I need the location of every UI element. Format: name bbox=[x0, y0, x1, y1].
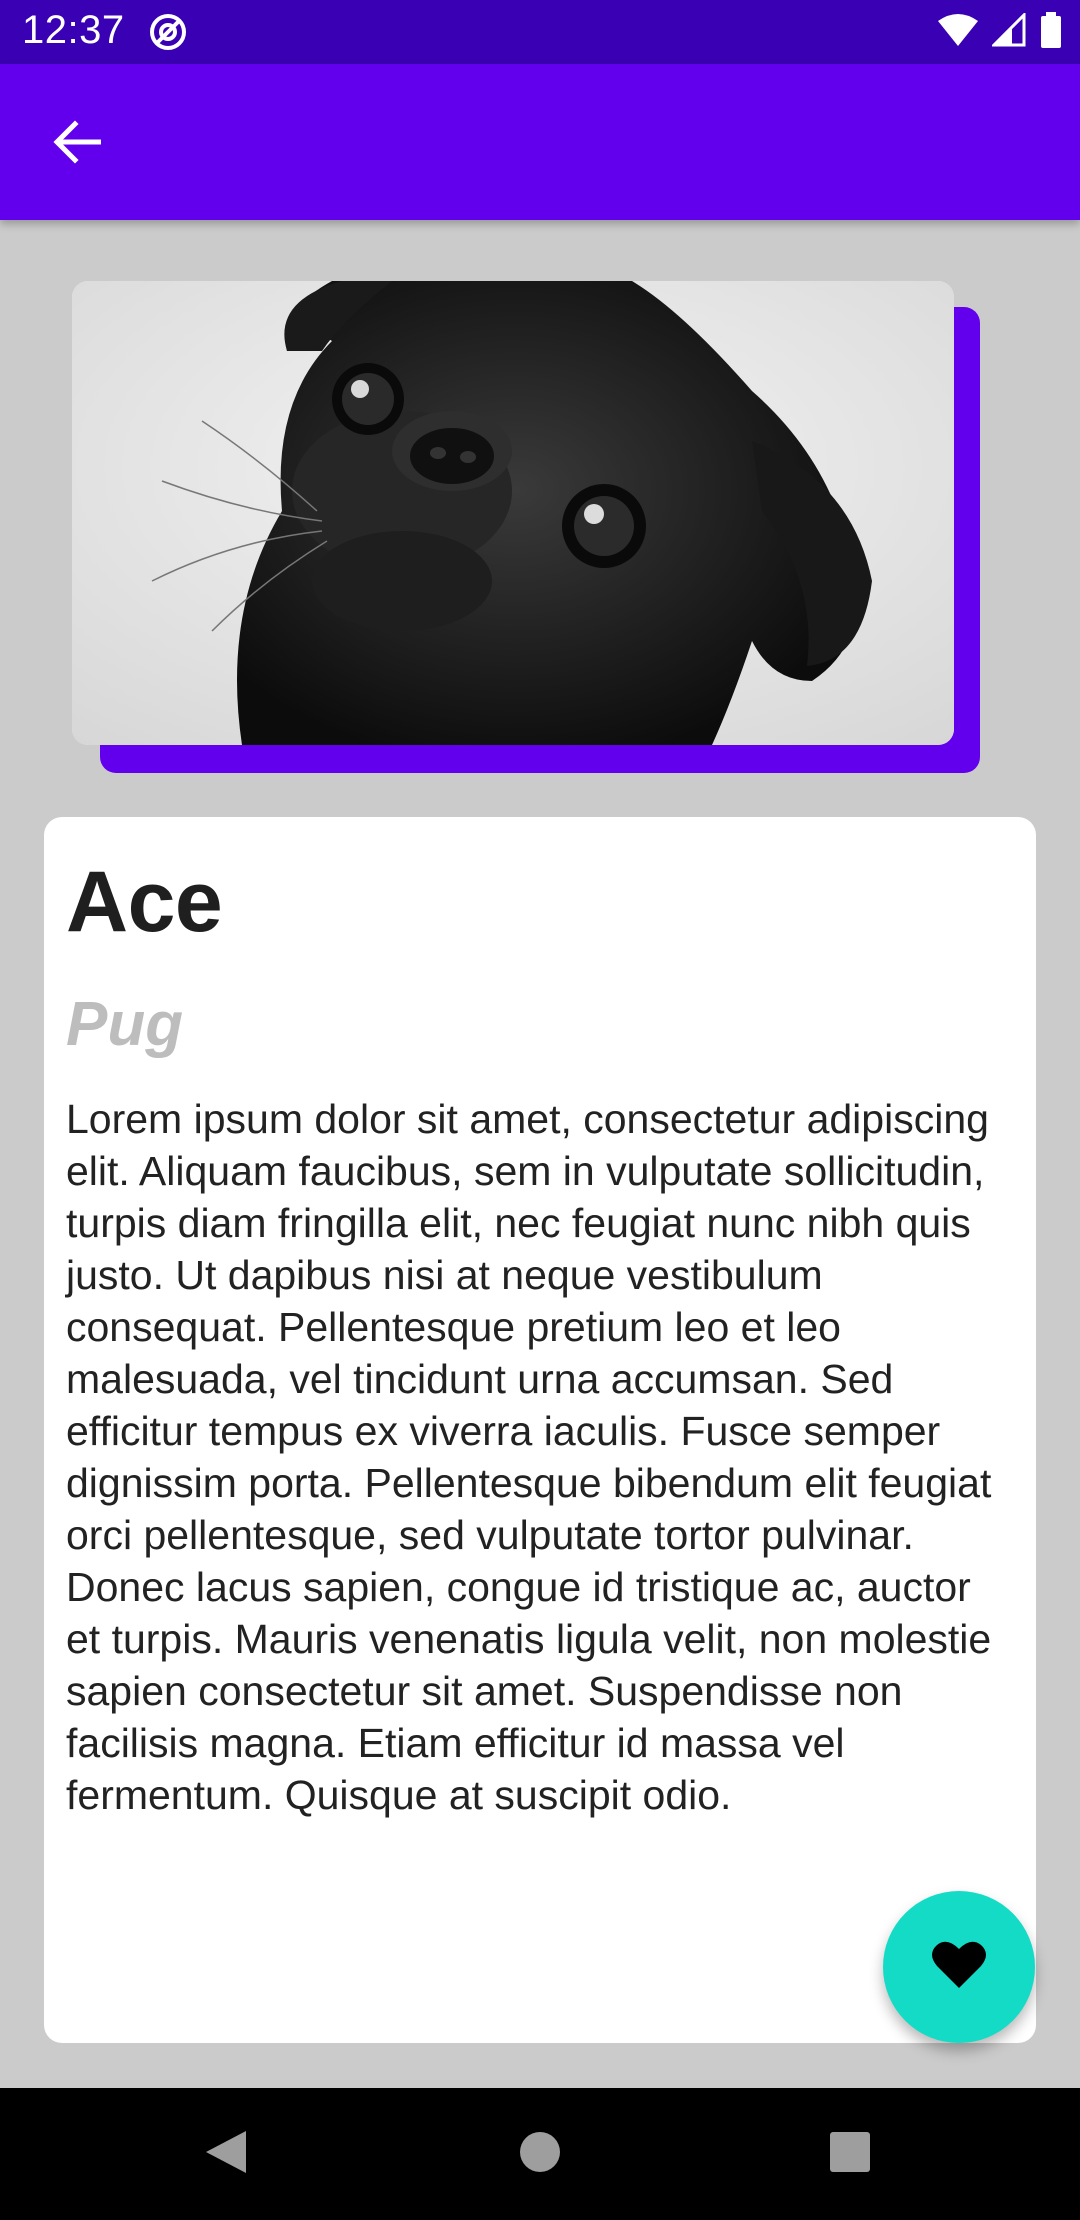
status-time: 12:37 bbox=[22, 8, 125, 52]
arrow-back-icon bbox=[53, 119, 102, 169]
pet-detail-card: Ace Pug Lorem ipsum dolor sit amet, cons… bbox=[44, 817, 1036, 2043]
wifi-icon bbox=[938, 13, 978, 52]
nav-back-icon bbox=[204, 2129, 248, 2180]
status-bar: 12:37 bbox=[0, 0, 1080, 64]
pet-image bbox=[72, 281, 954, 745]
nav-recents-icon bbox=[829, 2131, 871, 2178]
signal-icon bbox=[990, 10, 1026, 52]
heart-icon bbox=[931, 1940, 987, 1995]
pet-name: Ace bbox=[66, 854, 223, 950]
nav-home-button[interactable] bbox=[510, 2124, 570, 2184]
at-icon bbox=[148, 12, 188, 52]
status-icons bbox=[938, 10, 1062, 53]
pug-photo bbox=[72, 281, 954, 745]
pet-breed: Pug bbox=[66, 990, 184, 1059]
nav-home-icon bbox=[518, 2130, 562, 2179]
nav-back-button[interactable] bbox=[196, 2124, 256, 2184]
nav-recents-button[interactable] bbox=[820, 2124, 880, 2184]
app-bar bbox=[0, 64, 1080, 220]
favorite-button[interactable] bbox=[883, 1891, 1035, 2043]
back-button[interactable] bbox=[40, 114, 114, 174]
system-nav-bar bbox=[0, 2088, 1080, 2220]
battery-icon bbox=[1040, 11, 1062, 53]
pet-description: Lorem ipsum dolor sit amet, consectetur … bbox=[66, 1096, 992, 1818]
